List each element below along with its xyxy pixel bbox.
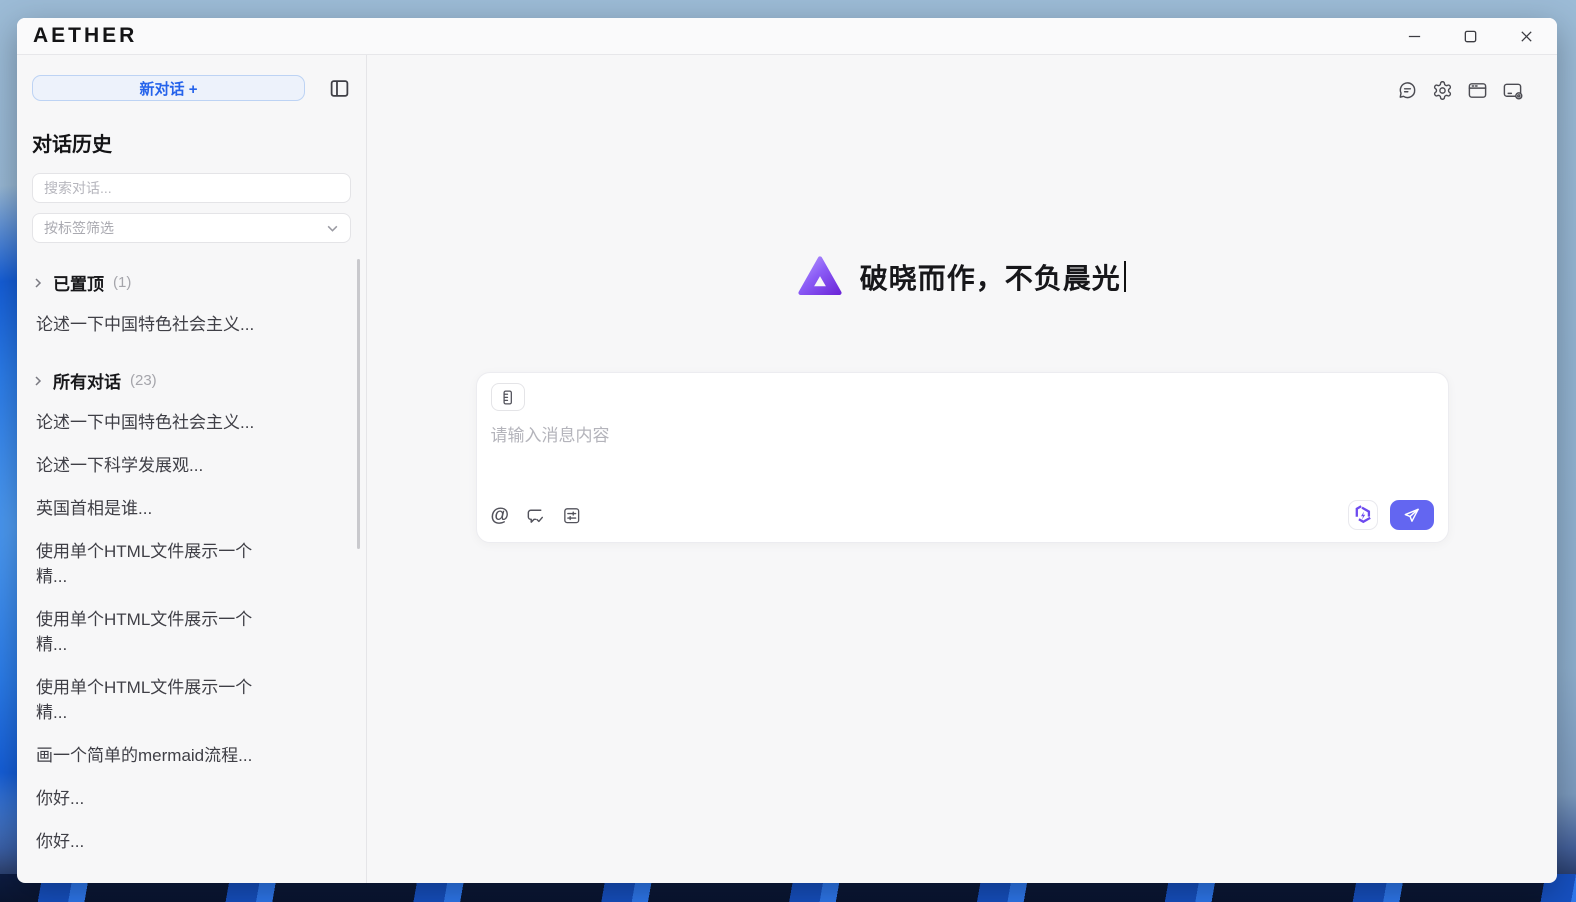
history-title: 对话历史 bbox=[32, 128, 351, 157]
conversation-item[interactable]: 论述一下中国特色社会主义... bbox=[36, 312, 266, 337]
conversation-item[interactable]: 英国首相是谁... bbox=[36, 496, 266, 521]
quick-phrase-button[interactable] bbox=[525, 505, 546, 526]
send-button[interactable] bbox=[1390, 500, 1434, 530]
sidebar-panel-icon bbox=[329, 78, 350, 99]
pinned-group: 已置顶 (1) 论述一下中国特色社会主义... bbox=[32, 270, 351, 337]
app-logo-icon bbox=[798, 255, 842, 299]
close-button[interactable] bbox=[1511, 23, 1541, 49]
close-icon bbox=[1519, 29, 1534, 44]
app-window: AETHER 新对话 + 对话历史 按标签 bbox=[17, 18, 1557, 883]
titlebar: AETHER bbox=[17, 18, 1557, 55]
gear-icon bbox=[1432, 80, 1453, 101]
search-input[interactable] bbox=[32, 173, 351, 203]
all-chat-items: 论述一下中国特色社会主义... 论述一下科学发展观... 英国首相是谁... 使用单个… bbox=[32, 410, 351, 854]
conversation-item[interactable]: 画一个简单的mermaid流程... bbox=[36, 743, 266, 768]
pinned-section-count: (1) bbox=[113, 274, 131, 291]
sidebar: 新对话 + 对话历史 按标签筛选 已置顶 (1 bbox=[17, 55, 367, 883]
main-area: 破晓而作，不负晨光 @ bbox=[367, 55, 1557, 883]
text-caret bbox=[1124, 261, 1127, 292]
app-window-icon bbox=[1467, 80, 1488, 101]
conversation-item[interactable]: 论述一下中国特色社会主义... bbox=[36, 410, 266, 435]
send-plane-icon bbox=[1402, 506, 1421, 525]
message-input[interactable] bbox=[491, 421, 1434, 500]
maximize-button[interactable] bbox=[1455, 23, 1485, 49]
parameters-button[interactable] bbox=[562, 506, 581, 525]
model-logo-icon bbox=[1353, 505, 1373, 525]
pinned-items: 论述一下中国特色社会主义... bbox=[32, 312, 351, 337]
composer: @ bbox=[476, 372, 1449, 543]
maximize-icon bbox=[1463, 29, 1478, 44]
conversation-item[interactable]: 你好... bbox=[36, 829, 266, 854]
settings-button[interactable] bbox=[1431, 79, 1453, 101]
conversation-list: 已置顶 (1) 论述一下中国特色社会主义... 所有对话 (23) bbox=[32, 270, 351, 854]
all-chats-section-label: 所有对话 bbox=[53, 368, 121, 393]
model-select-button[interactable] bbox=[1348, 500, 1378, 530]
chevron-right-icon bbox=[32, 375, 44, 387]
window-controls bbox=[1399, 23, 1541, 49]
pinned-section-label: 已置顶 bbox=[53, 270, 104, 295]
chevron-right-icon bbox=[32, 277, 44, 289]
chevron-down-icon bbox=[326, 222, 339, 235]
window-mode-button[interactable] bbox=[1466, 79, 1488, 101]
pinned-section-header[interactable]: 已置顶 (1) bbox=[32, 270, 351, 295]
hero: 破晓而作，不负晨光 bbox=[798, 255, 1127, 299]
conversation-item[interactable]: 你好... bbox=[36, 786, 266, 811]
device-screen-icon bbox=[1502, 80, 1523, 101]
all-chats-group: 所有对话 (23) 论述一下中国特色社会主义... 论述一下科学发展观... 英国首… bbox=[32, 368, 351, 854]
tag-filter-label: 按标签筛选 bbox=[44, 218, 114, 238]
tag-filter-select[interactable]: 按标签筛选 bbox=[32, 213, 351, 243]
sliders-icon bbox=[562, 506, 581, 525]
bubble-check-icon bbox=[525, 505, 546, 526]
minimize-button[interactable] bbox=[1399, 23, 1429, 49]
conversation-item[interactable]: 使用单个HTML文件展示一个精... bbox=[36, 675, 266, 725]
chat-history-button[interactable] bbox=[1396, 79, 1418, 101]
prompt-template-button[interactable] bbox=[491, 383, 525, 411]
screen-capture-button[interactable] bbox=[1501, 79, 1523, 101]
mention-button[interactable]: @ bbox=[491, 506, 510, 525]
conversation-item[interactable]: 使用单个HTML文件展示一个精... bbox=[36, 539, 266, 589]
prompt-template-icon bbox=[499, 389, 516, 406]
conversation-item[interactable]: 使用单个HTML文件展示一个精... bbox=[36, 607, 266, 657]
composer-toolbar: @ bbox=[491, 500, 1434, 530]
at-icon: @ bbox=[491, 506, 510, 525]
all-chats-section-count: (23) bbox=[130, 372, 157, 389]
minimize-icon bbox=[1407, 29, 1422, 44]
new-chat-button[interactable]: 新对话 + bbox=[32, 75, 305, 101]
sidebar-scrollbar[interactable] bbox=[357, 259, 360, 549]
all-chats-section-header[interactable]: 所有对话 (23) bbox=[32, 368, 351, 393]
message-bubble-icon bbox=[1397, 80, 1418, 101]
app-title: AETHER bbox=[33, 24, 137, 48]
hero-title: 破晓而作，不负晨光 bbox=[860, 257, 1127, 297]
conversation-item[interactable]: 论述一下科学发展观... bbox=[36, 453, 266, 478]
collapse-sidebar-button[interactable] bbox=[327, 76, 351, 100]
main-toolbar bbox=[1396, 79, 1523, 101]
